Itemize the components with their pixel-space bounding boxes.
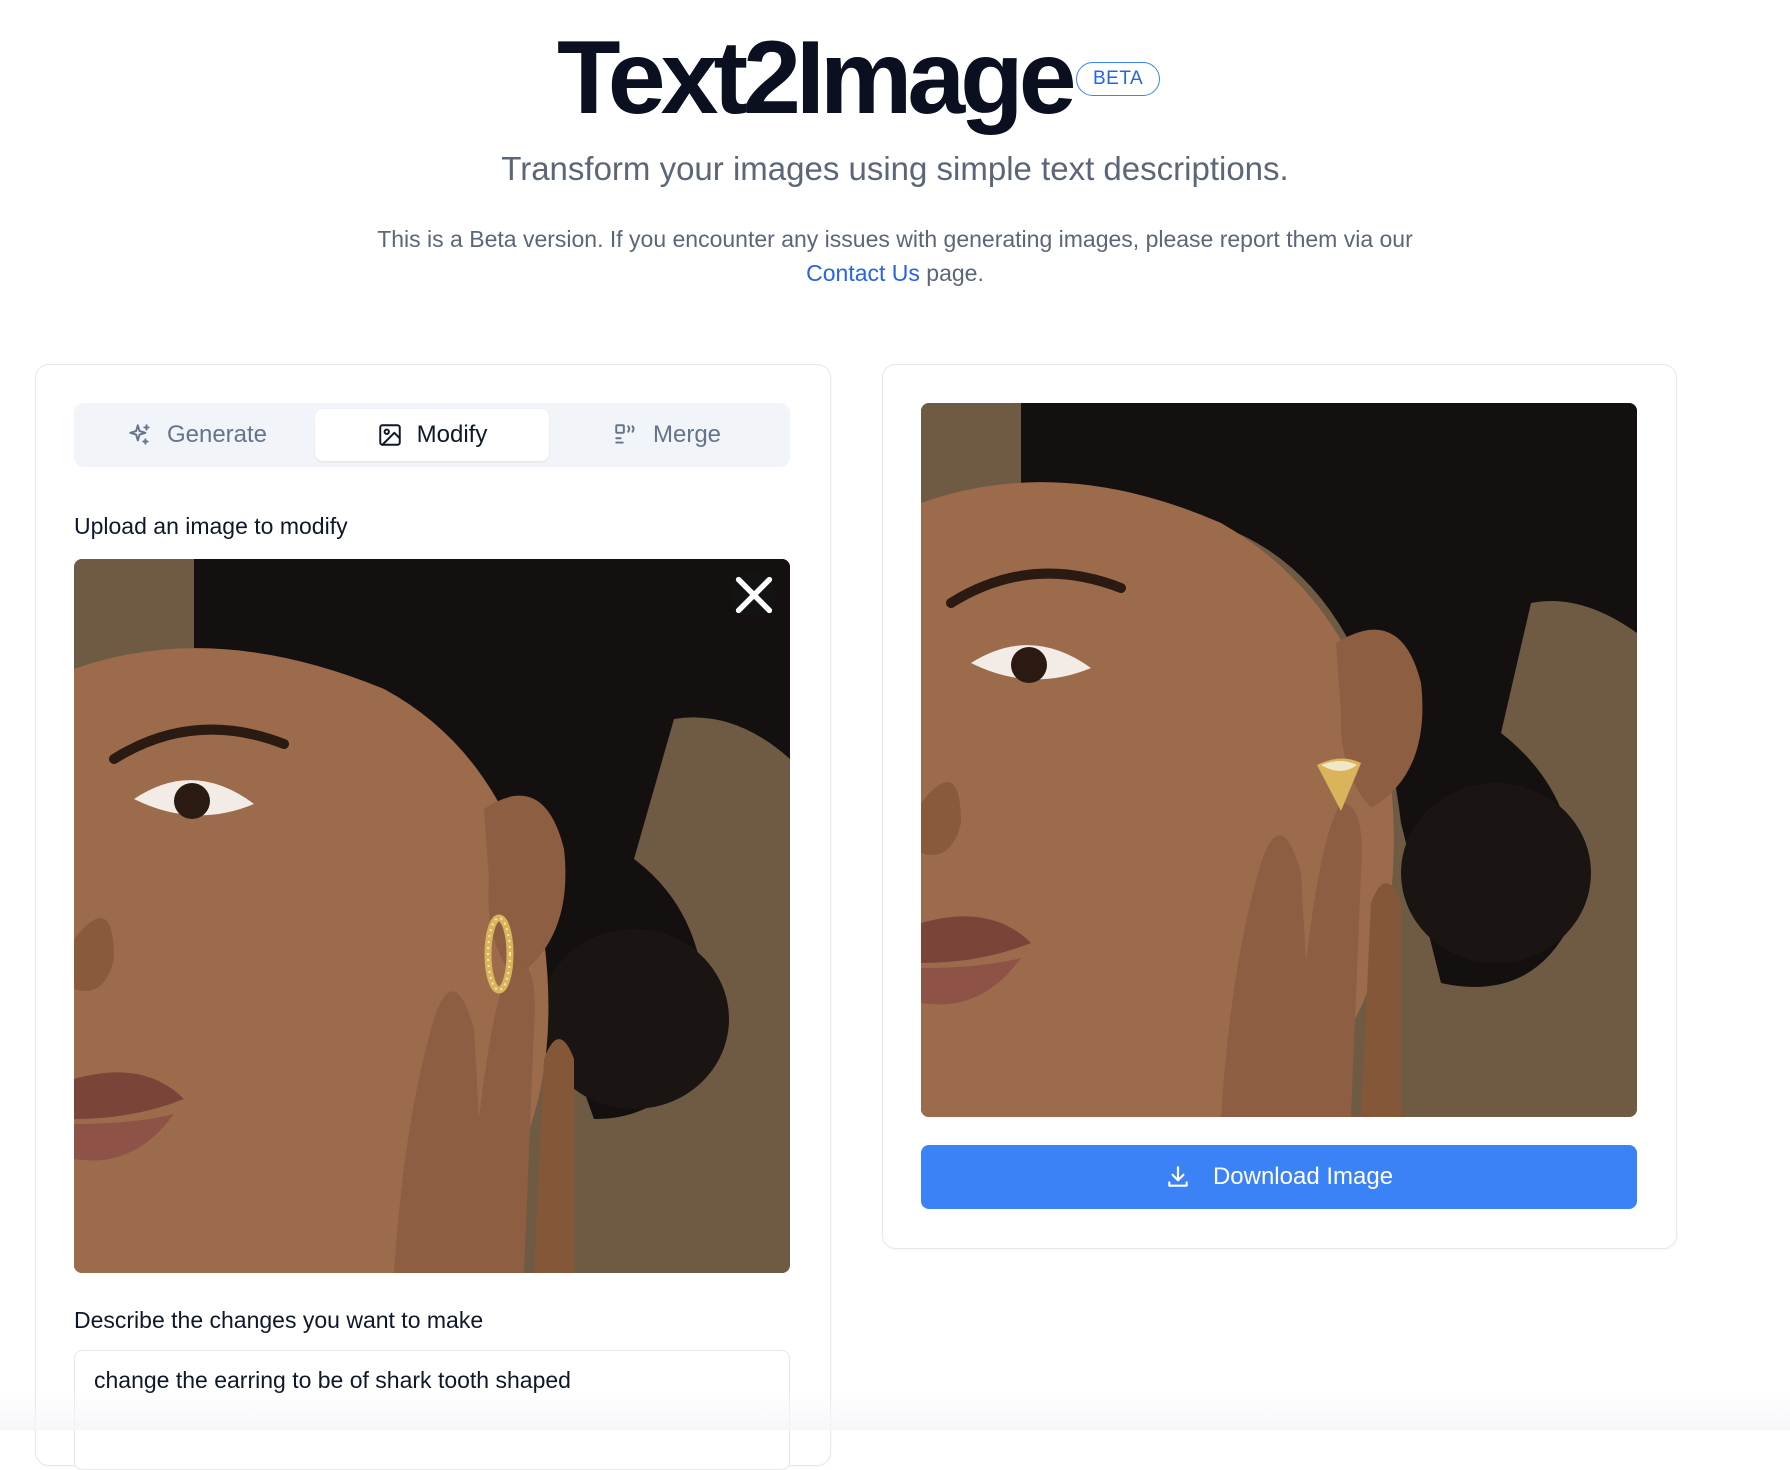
download-button[interactable]: Download Image bbox=[921, 1145, 1637, 1209]
app-title: Text2Image bbox=[557, 20, 1077, 136]
tab-generate[interactable]: Generate bbox=[80, 409, 314, 461]
beta-badge: BETA bbox=[1076, 62, 1161, 96]
page-subtitle: Transform your images using simple text … bbox=[501, 150, 1289, 187]
download-label: Download Image bbox=[1212, 1163, 1394, 1190]
modify-card: Generate Modify Merge Upload an image to… bbox=[35, 364, 831, 1470]
result-card: Download Image bbox=[882, 364, 1677, 1249]
merge-icon bbox=[615, 424, 635, 444]
uploaded-image bbox=[74, 559, 790, 1273]
notice-text: This is a Beta version. If you encounter… bbox=[377, 226, 1413, 252]
sparkles-icon bbox=[129, 424, 150, 445]
describe-label: Describe the changes you want to make bbox=[74, 1307, 484, 1333]
close-icon bbox=[735, 576, 773, 614]
beta-notice: This is a Beta version. If you encounter… bbox=[370, 222, 1420, 290]
bottom-fade bbox=[0, 1390, 1790, 1430]
tab-generate-label: Generate bbox=[166, 421, 268, 448]
contact-us-link[interactable]: Contact Us bbox=[806, 260, 920, 286]
generated-image bbox=[921, 403, 1637, 1117]
mode-tabs: Generate Modify Merge bbox=[74, 403, 790, 467]
download-icon bbox=[1168, 1166, 1188, 1187]
tab-modify-label: Modify bbox=[416, 421, 488, 448]
tab-merge-label: Merge bbox=[652, 421, 722, 448]
image-icon bbox=[378, 424, 401, 446]
upload-label: Upload an image to modify bbox=[74, 513, 348, 539]
tab-merge[interactable]: Merge bbox=[550, 409, 784, 461]
portrait-result-illustration bbox=[921, 403, 1637, 1117]
notice-text-end: page. bbox=[919, 260, 984, 286]
title-row: Text2Image BETA bbox=[0, 18, 1790, 138]
tab-modify[interactable]: Modify bbox=[315, 409, 549, 461]
remove-image-button[interactable] bbox=[732, 573, 776, 617]
portrait-original-illustration bbox=[74, 559, 790, 1273]
